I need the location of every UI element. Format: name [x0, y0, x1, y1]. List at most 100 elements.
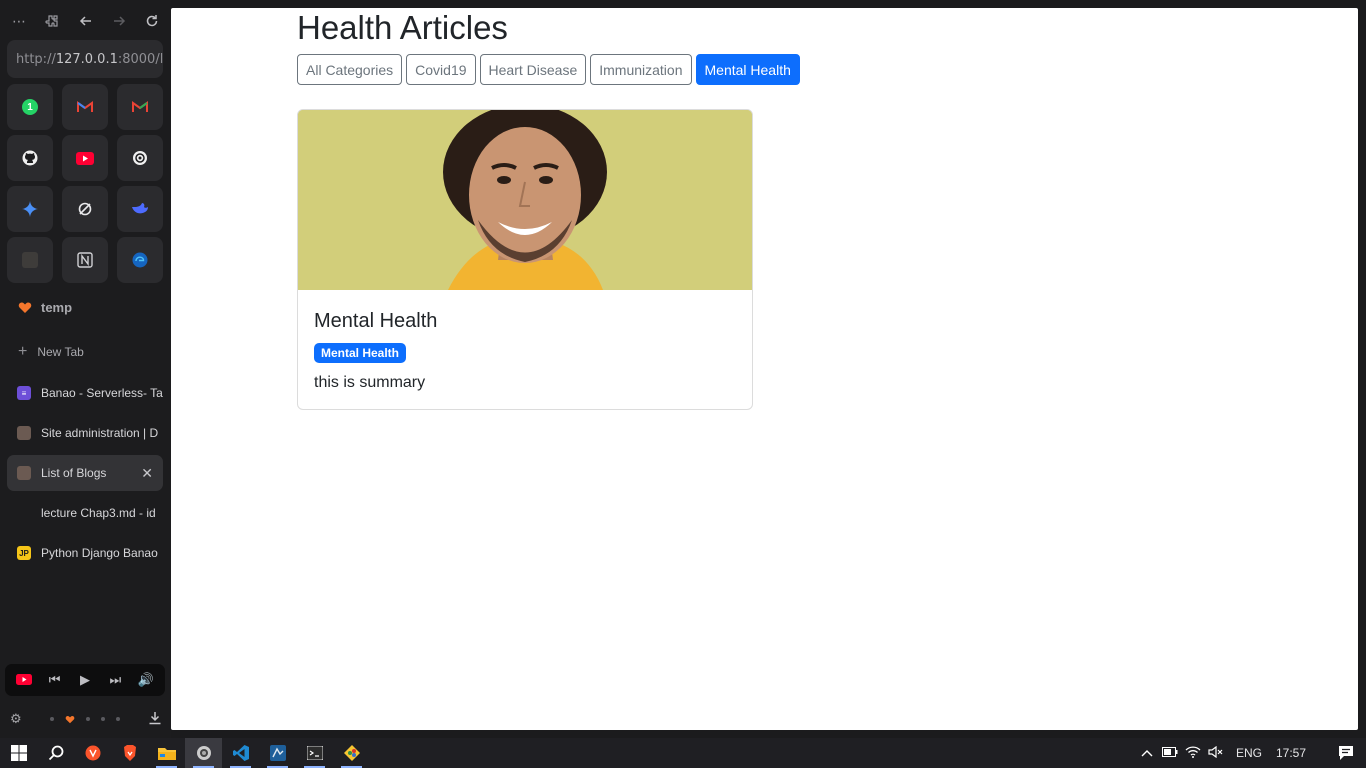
pin-deepseek[interactable]: [117, 186, 163, 232]
close-tab-icon[interactable]: ✕: [141, 465, 153, 482]
reload-icon[interactable]: [141, 10, 163, 32]
space-heart-icon[interactable]: [65, 715, 75, 724]
web-page: Health Articles All Categories Covid19 H…: [171, 8, 1358, 730]
deepseek-icon: [132, 203, 148, 214]
article-image: [298, 110, 752, 290]
pin-github[interactable]: [7, 135, 53, 181]
language-indicator[interactable]: ENG: [1236, 746, 1262, 760]
wifi-icon[interactable]: [1182, 745, 1205, 761]
brave-icon: [85, 745, 100, 761]
tab-site-administration[interactable]: Site administration | D: [7, 415, 163, 451]
url-rest: :8000/l: [117, 51, 163, 67]
pin-blank[interactable]: [7, 237, 53, 283]
page-title: Health Articles: [297, 9, 508, 46]
filter-covid19[interactable]: Covid19: [406, 54, 476, 85]
taskbar-apps: [0, 738, 370, 768]
tab-label: lecture Chap3.md - id: [41, 506, 156, 520]
pin-youtube[interactable]: [62, 135, 108, 181]
database-tool-icon: [269, 745, 286, 761]
taskbar-terminal[interactable]: [296, 738, 333, 768]
pin-whatsapp[interactable]: 1: [7, 84, 53, 130]
more-menu-icon[interactable]: ⋯: [8, 10, 30, 32]
tab-python-django[interactable]: JP Python Django Banao: [7, 535, 163, 571]
search-button[interactable]: [37, 738, 74, 768]
youtube-source-icon[interactable]: [13, 673, 35, 688]
tab-list-of-blogs[interactable]: List of Blogs ✕: [7, 455, 163, 491]
pin-gemini[interactable]: [7, 186, 53, 232]
volume-icon[interactable]: 🔊: [135, 672, 157, 688]
taskbar-postgres[interactable]: [259, 738, 296, 768]
pin-notion[interactable]: [62, 237, 108, 283]
windows-logo-icon: [10, 745, 27, 761]
browser-toolbar: ⋯: [8, 8, 163, 34]
media-controls: ⏮ ▶ ⏭ 🔊: [5, 664, 165, 696]
article-card[interactable]: Mental Health Mental Health this is summ…: [297, 109, 753, 410]
list-icon: ≡: [17, 386, 31, 400]
browser-sidebar: ⋯ http://127.0.0.1:8000/l 1 temp + New …: [0, 0, 171, 738]
forward-arrow-icon[interactable]: [108, 10, 130, 32]
start-button[interactable]: [0, 738, 37, 768]
taskbar-file-explorer[interactable]: [148, 738, 185, 768]
next-track-icon[interactable]: ⏭: [104, 672, 126, 688]
space-heart-icon: [18, 302, 32, 313]
taskbar-brave-2[interactable]: [111, 738, 148, 768]
taskbar-git[interactable]: [333, 738, 370, 768]
address-bar[interactable]: http://127.0.0.1:8000/l: [7, 40, 163, 78]
tab-label: Site administration | D: [41, 426, 159, 440]
download-icon[interactable]: [148, 711, 162, 728]
battery-icon[interactable]: [1159, 746, 1182, 760]
pin-perplexity[interactable]: [62, 186, 108, 232]
gmail-icon: [77, 101, 93, 112]
notion-icon: [77, 252, 93, 268]
plus-icon: +: [18, 343, 28, 360]
filter-immunization[interactable]: Immunization: [590, 54, 692, 85]
tab-lecture-chap3[interactable]: lecture Chap3.md - id: [7, 495, 163, 531]
sidebar-footer: ⚙: [10, 709, 162, 729]
back-arrow-icon[interactable]: [75, 10, 97, 32]
site-icon: [17, 426, 31, 440]
youtube-icon: [76, 151, 94, 165]
space-dot[interactable]: [100, 717, 105, 721]
space-dot[interactable]: [85, 717, 90, 721]
blank-icon: [22, 252, 38, 268]
space-switcher[interactable]: temp: [18, 300, 72, 315]
taskbar-brave-1[interactable]: [74, 738, 111, 768]
pin-chatgpt[interactable]: [117, 135, 163, 181]
whatsapp-icon: 1: [22, 99, 38, 115]
chatgpt-icon: [133, 151, 147, 165]
space-dot[interactable]: [49, 717, 54, 721]
pin-gmail-2[interactable]: [117, 84, 163, 130]
filter-heart-disease[interactable]: Heart Disease: [479, 54, 587, 85]
notification-center[interactable]: [1326, 745, 1366, 761]
system-tray: ENG 17:57: [1136, 738, 1366, 768]
pin-edge[interactable]: [117, 237, 163, 283]
pinned-sites: 1: [7, 84, 163, 283]
clock[interactable]: 17:57: [1276, 746, 1306, 760]
edge-icon: [132, 252, 148, 268]
browser-app-icon: [196, 746, 211, 760]
chevron-up-icon[interactable]: [1136, 746, 1159, 760]
filter-all-categories[interactable]: All Categories: [297, 54, 403, 85]
jp-icon: JP: [17, 546, 31, 560]
github-icon: [22, 150, 38, 166]
brave-icon: [123, 745, 136, 761]
category-badge: Mental Health: [314, 343, 407, 363]
vscode-icon: [232, 745, 249, 761]
notification-icon: [1339, 746, 1353, 760]
settings-gear-icon[interactable]: ⚙: [10, 711, 22, 727]
extensions-icon[interactable]: [41, 10, 63, 32]
space-dot[interactable]: [115, 717, 120, 721]
tab-banao-serverless[interactable]: ≡ Banao - Serverless- Ta: [7, 375, 163, 411]
git-client-icon: [343, 745, 360, 761]
taskbar-browser-active[interactable]: [185, 738, 222, 768]
pin-gmail-1[interactable]: [62, 84, 108, 130]
volume-muted-icon[interactable]: [1205, 745, 1228, 761]
taskbar-vscode[interactable]: [222, 738, 259, 768]
new-tab-button[interactable]: + New Tab: [18, 343, 84, 361]
previous-track-icon[interactable]: ⏮: [44, 672, 66, 688]
play-icon[interactable]: ▶: [74, 672, 96, 688]
tab-list: ≡ Banao - Serverless- Ta Site administra…: [7, 375, 163, 575]
url-scheme: http://: [16, 51, 56, 67]
perplexity-icon: [78, 202, 92, 216]
filter-mental-health[interactable]: Mental Health: [695, 54, 800, 85]
